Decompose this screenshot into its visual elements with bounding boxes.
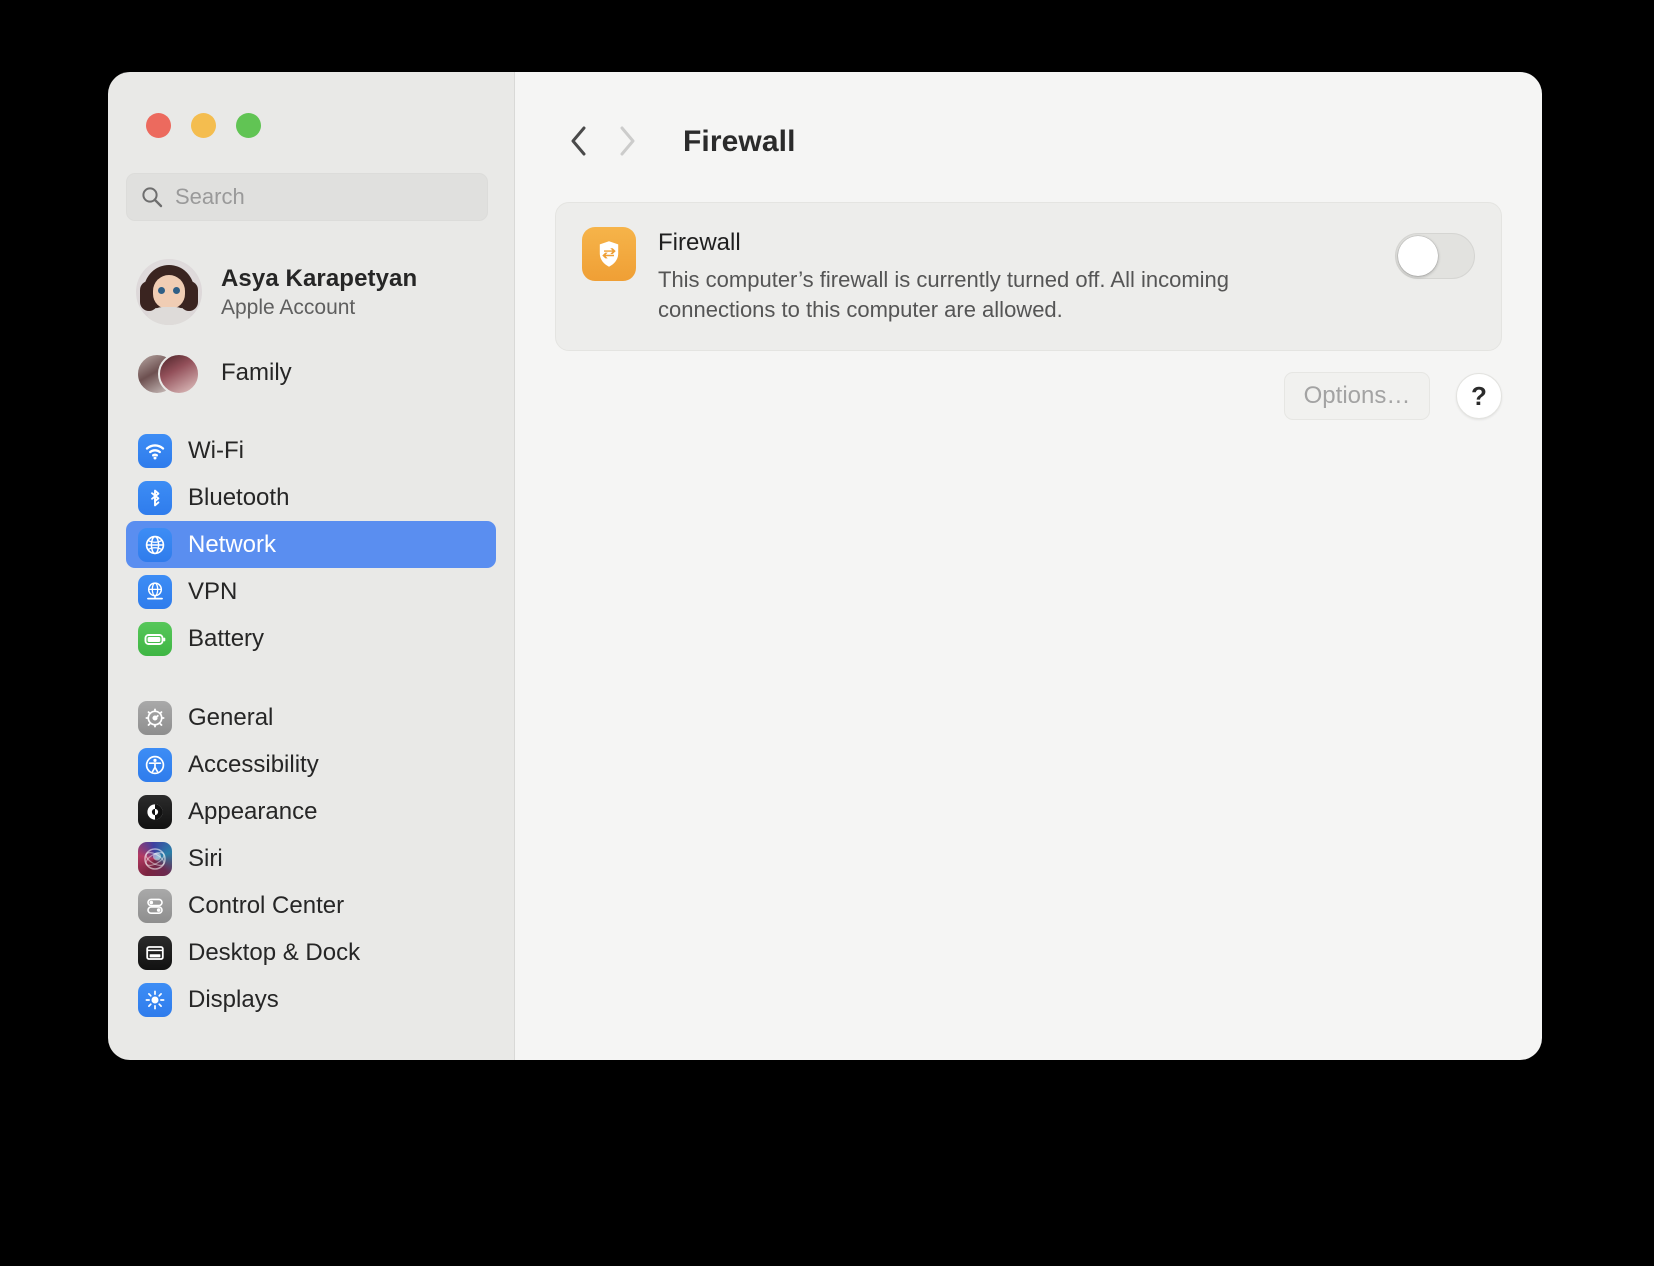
sidebar-item-label: Wi-Fi [188, 436, 244, 464]
network-globe-icon [138, 527, 172, 562]
displays-icon [138, 982, 172, 1017]
close-button[interactable] [146, 113, 171, 138]
control-center-icon [138, 888, 172, 923]
bluetooth-icon [138, 480, 172, 515]
firewall-card: Firewall This computer’s firewall is cur… [555, 202, 1502, 352]
sidebar-item-label: VPN [188, 577, 238, 605]
search-field[interactable] [126, 173, 488, 221]
sidebar-item-label: Bluetooth [188, 483, 290, 511]
sidebar-item-label: Accessibility [188, 750, 319, 778]
sidebar-item-vpn[interactable]: VPN [126, 568, 496, 615]
memoji-avatar [136, 259, 202, 325]
sidebar-item-battery[interactable]: Battery [126, 615, 496, 662]
gear-icon [138, 700, 172, 735]
account-name: Asya Karapetyan [221, 264, 418, 292]
sidebar-item-network[interactable]: Network [126, 521, 496, 568]
firewall-toggle[interactable] [1395, 233, 1475, 279]
help-button[interactable]: ? [1456, 373, 1502, 419]
battery-icon [138, 621, 172, 656]
sidebar-item-bluetooth[interactable]: Bluetooth [126, 474, 496, 521]
detail-actions: Options… ? [1284, 372, 1502, 420]
accessibility-icon [138, 747, 172, 782]
options-button[interactable]: Options… [1284, 372, 1430, 420]
sidebar-item-appearance[interactable]: Appearance [126, 788, 496, 835]
detail-header: Firewall [515, 72, 1542, 176]
sidebar-group-connectivity: Wi-Fi Bluetooth Network VPN Battery [108, 427, 514, 662]
apple-account-row[interactable]: Asya Karapetyan Apple Account [126, 253, 514, 331]
family-row[interactable]: Family [126, 345, 514, 401]
firewall-card-description: This computer’s firewall is currently tu… [658, 267, 1230, 322]
chevron-right-icon [614, 124, 640, 161]
firewall-card-title: Firewall [658, 229, 741, 256]
search-icon [141, 186, 163, 208]
back-button[interactable] [555, 118, 603, 166]
sidebar-item-desktop-and-dock[interactable]: Desktop & Dock [126, 929, 496, 976]
forward-button[interactable] [603, 118, 651, 166]
sidebar-item-accessibility[interactable]: Accessibility [126, 741, 496, 788]
siri-icon [138, 841, 172, 876]
appearance-icon [138, 794, 172, 829]
sidebar-scroll-area[interactable]: Asya Karapetyan Apple Account Family [108, 72, 514, 1060]
sidebar-group-system: General Accessibility Appearance Siri Co… [108, 694, 514, 1023]
sidebar-item-label: Battery [188, 624, 265, 652]
family-label: Family [221, 359, 292, 386]
firewall-shield-icon [582, 227, 636, 281]
maximize-button[interactable] [236, 113, 261, 138]
family-avatars [136, 351, 202, 395]
sidebar-item-label: Displays [188, 985, 279, 1013]
wifi-icon [138, 433, 172, 468]
page-title: Firewall [683, 125, 796, 158]
system-settings-window: Asya Karapetyan Apple Account Family [108, 72, 1542, 1060]
toggle-knob [1398, 236, 1438, 276]
sidebar: Asya Karapetyan Apple Account Family [108, 72, 514, 1060]
sidebar-item-label: General [188, 703, 274, 731]
sidebar-item-wi-fi[interactable]: Wi-Fi [126, 427, 496, 474]
sidebar-item-displays[interactable]: Displays [126, 976, 496, 1023]
traffic-lights [108, 72, 514, 138]
desktop-dock-icon [138, 935, 172, 970]
sidebar-item-label: Appearance [188, 797, 318, 825]
sidebar-item-control-center[interactable]: Control Center [126, 882, 496, 929]
sidebar-item-label: Desktop & Dock [188, 938, 361, 966]
minimize-button[interactable] [191, 113, 216, 138]
detail-pane: Firewall Firewall This computer’s firewa… [514, 72, 1542, 1060]
sidebar-item-label: Control Center [188, 891, 345, 919]
sidebar-item-label: Siri [188, 844, 223, 872]
sidebar-item-general[interactable]: General [126, 694, 496, 741]
vpn-icon [138, 574, 172, 609]
sidebar-item-siri[interactable]: Siri [126, 835, 496, 882]
search-input[interactable] [175, 184, 473, 210]
account-subtitle: Apple Account [221, 295, 356, 319]
chevron-left-icon [566, 124, 592, 161]
sidebar-item-label: Network [188, 530, 277, 558]
